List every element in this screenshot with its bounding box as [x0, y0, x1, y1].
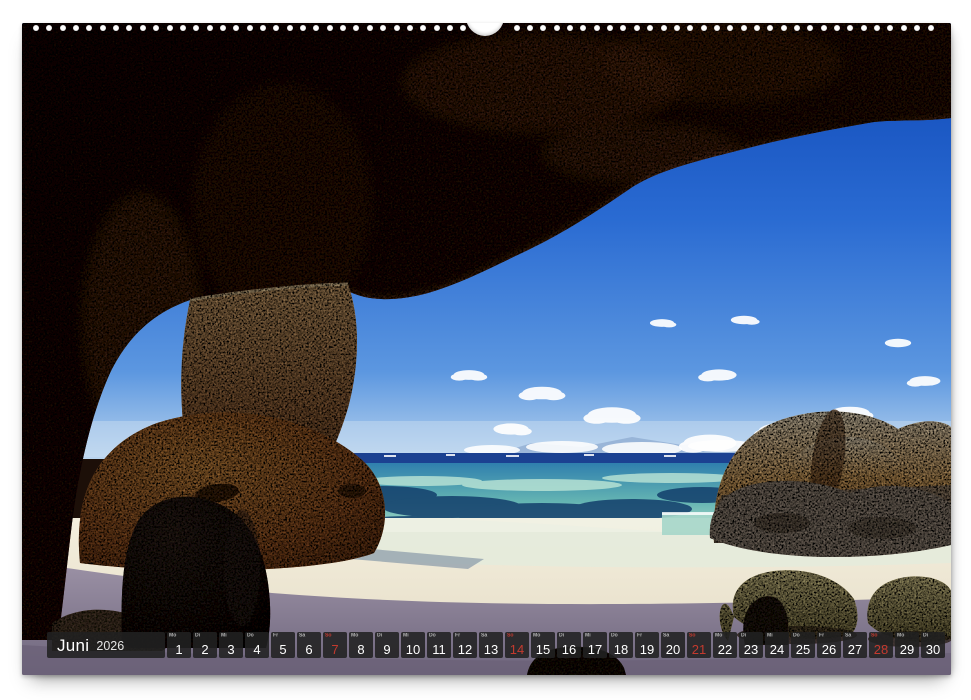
- day-number: 10: [401, 643, 425, 656]
- day-weekday-label: Mo: [715, 633, 722, 638]
- day-number: 4: [245, 643, 269, 656]
- day-weekday-label: Do: [429, 633, 436, 638]
- day-weekday-label: Sa: [299, 633, 305, 638]
- day-weekday-label: Fr: [273, 633, 278, 638]
- day-cell: Mo 8: [349, 632, 373, 658]
- product-mockup: Juni 2026 Mo 1 Di 2 Mi 3 Do 4 Fr 5 Sa 6 …: [0, 0, 971, 700]
- day-cell: So 21: [687, 632, 711, 658]
- day-cell: Di 23: [739, 632, 763, 658]
- day-number: 5: [271, 643, 295, 656]
- day-weekday-label: Mi: [767, 633, 773, 638]
- day-weekday-label: Fr: [455, 633, 460, 638]
- calendar-page: Juni 2026 Mo 1 Di 2 Mi 3 Do 4 Fr 5 Sa 6 …: [22, 23, 951, 675]
- day-weekday-label: Fr: [637, 633, 642, 638]
- day-cell: Di 30: [921, 632, 945, 658]
- day-number: 21: [687, 643, 711, 656]
- day-number: 7: [323, 643, 347, 656]
- day-number: 23: [739, 643, 763, 656]
- day-weekday-label: Mo: [169, 633, 176, 638]
- day-weekday-label: So: [689, 633, 696, 638]
- day-weekday-label: Do: [611, 633, 618, 638]
- day-number: 24: [765, 643, 789, 656]
- day-cell: Mi 24: [765, 632, 789, 658]
- day-number: 12: [453, 643, 477, 656]
- day-cell: Mi 3: [219, 632, 243, 658]
- day-cell: Do 25: [791, 632, 815, 658]
- year-label: 2026: [96, 638, 124, 653]
- day-cell: So 28: [869, 632, 893, 658]
- day-number: 1: [167, 643, 191, 656]
- day-weekday-label: Mi: [585, 633, 591, 638]
- day-number: 18: [609, 643, 633, 656]
- day-cell: Mo 29: [895, 632, 919, 658]
- day-number: 17: [583, 643, 607, 656]
- day-number: 30: [921, 643, 945, 656]
- day-cell: Mo 1: [167, 632, 191, 658]
- day-number: 8: [349, 643, 373, 656]
- month-label: Juni: [57, 637, 89, 654]
- day-weekday-label: Fr: [819, 633, 824, 638]
- day-weekday-label: Mo: [897, 633, 904, 638]
- day-number: 27: [843, 643, 867, 656]
- day-weekday-label: Di: [741, 633, 746, 638]
- day-cell: Di 9: [375, 632, 399, 658]
- day-number: 20: [661, 643, 685, 656]
- day-cell: Do 11: [427, 632, 451, 658]
- day-weekday-label: Mi: [403, 633, 409, 638]
- day-number: 22: [713, 643, 737, 656]
- day-weekday-label: Sa: [481, 633, 487, 638]
- day-weekday-label: Mo: [533, 633, 540, 638]
- day-weekday-label: So: [325, 633, 332, 638]
- day-number: 9: [375, 643, 399, 656]
- day-number: 15: [531, 643, 555, 656]
- day-cells: Mo 1 Di 2 Mi 3 Do 4 Fr 5 Sa 6 So 7 Mo 8 …: [167, 632, 945, 658]
- granite-boulders: [710, 407, 951, 647]
- day-weekday-label: Di: [195, 633, 200, 638]
- day-number: 28: [869, 643, 893, 656]
- day-cell: Mi 10: [401, 632, 425, 658]
- day-number: 3: [219, 643, 243, 656]
- day-cell: Sa 6: [297, 632, 321, 658]
- day-cell: Fr 19: [635, 632, 659, 658]
- day-cell: Fr 5: [271, 632, 295, 658]
- day-weekday-label: Di: [377, 633, 382, 638]
- day-number: 29: [895, 643, 919, 656]
- beach-photo: [22, 23, 951, 675]
- day-cell: Do 4: [245, 632, 269, 658]
- calendar-strip: Juni 2026 Mo 1 Di 2 Mi 3 Do 4 Fr 5 Sa 6 …: [47, 632, 945, 658]
- day-weekday-label: Do: [247, 633, 254, 638]
- day-cell: Sa 13: [479, 632, 503, 658]
- day-weekday-label: Sa: [663, 633, 669, 638]
- day-weekday-label: Do: [793, 633, 800, 638]
- day-cell: Sa 27: [843, 632, 867, 658]
- day-weekday-label: So: [507, 633, 514, 638]
- day-weekday-label: Sa: [845, 633, 851, 638]
- day-cell: So 14: [505, 632, 529, 658]
- day-weekday-label: Di: [559, 633, 564, 638]
- month-bar: Juni 2026: [47, 632, 165, 658]
- day-weekday-label: Di: [923, 633, 928, 638]
- day-cell: Di 16: [557, 632, 581, 658]
- day-weekday-label: Mi: [221, 633, 227, 638]
- day-cell: Sa 20: [661, 632, 685, 658]
- day-weekday-label: So: [871, 633, 878, 638]
- day-number: 19: [635, 643, 659, 656]
- day-cell: So 7: [323, 632, 347, 658]
- day-cell: Mi 17: [583, 632, 607, 658]
- day-cell: Do 18: [609, 632, 633, 658]
- day-cell: Mo 22: [713, 632, 737, 658]
- day-cell: Fr 26: [817, 632, 841, 658]
- day-cell: Mo 15: [531, 632, 555, 658]
- day-number: 6: [297, 643, 321, 656]
- day-number: 13: [479, 643, 503, 656]
- day-weekday-label: Mo: [351, 633, 358, 638]
- day-number: 25: [791, 643, 815, 656]
- day-number: 14: [505, 643, 529, 656]
- day-number: 16: [557, 643, 581, 656]
- day-number: 11: [427, 643, 451, 656]
- day-number: 26: [817, 643, 841, 656]
- day-number: 2: [193, 643, 217, 656]
- day-cell: Fr 12: [453, 632, 477, 658]
- day-cell: Di 2: [193, 632, 217, 658]
